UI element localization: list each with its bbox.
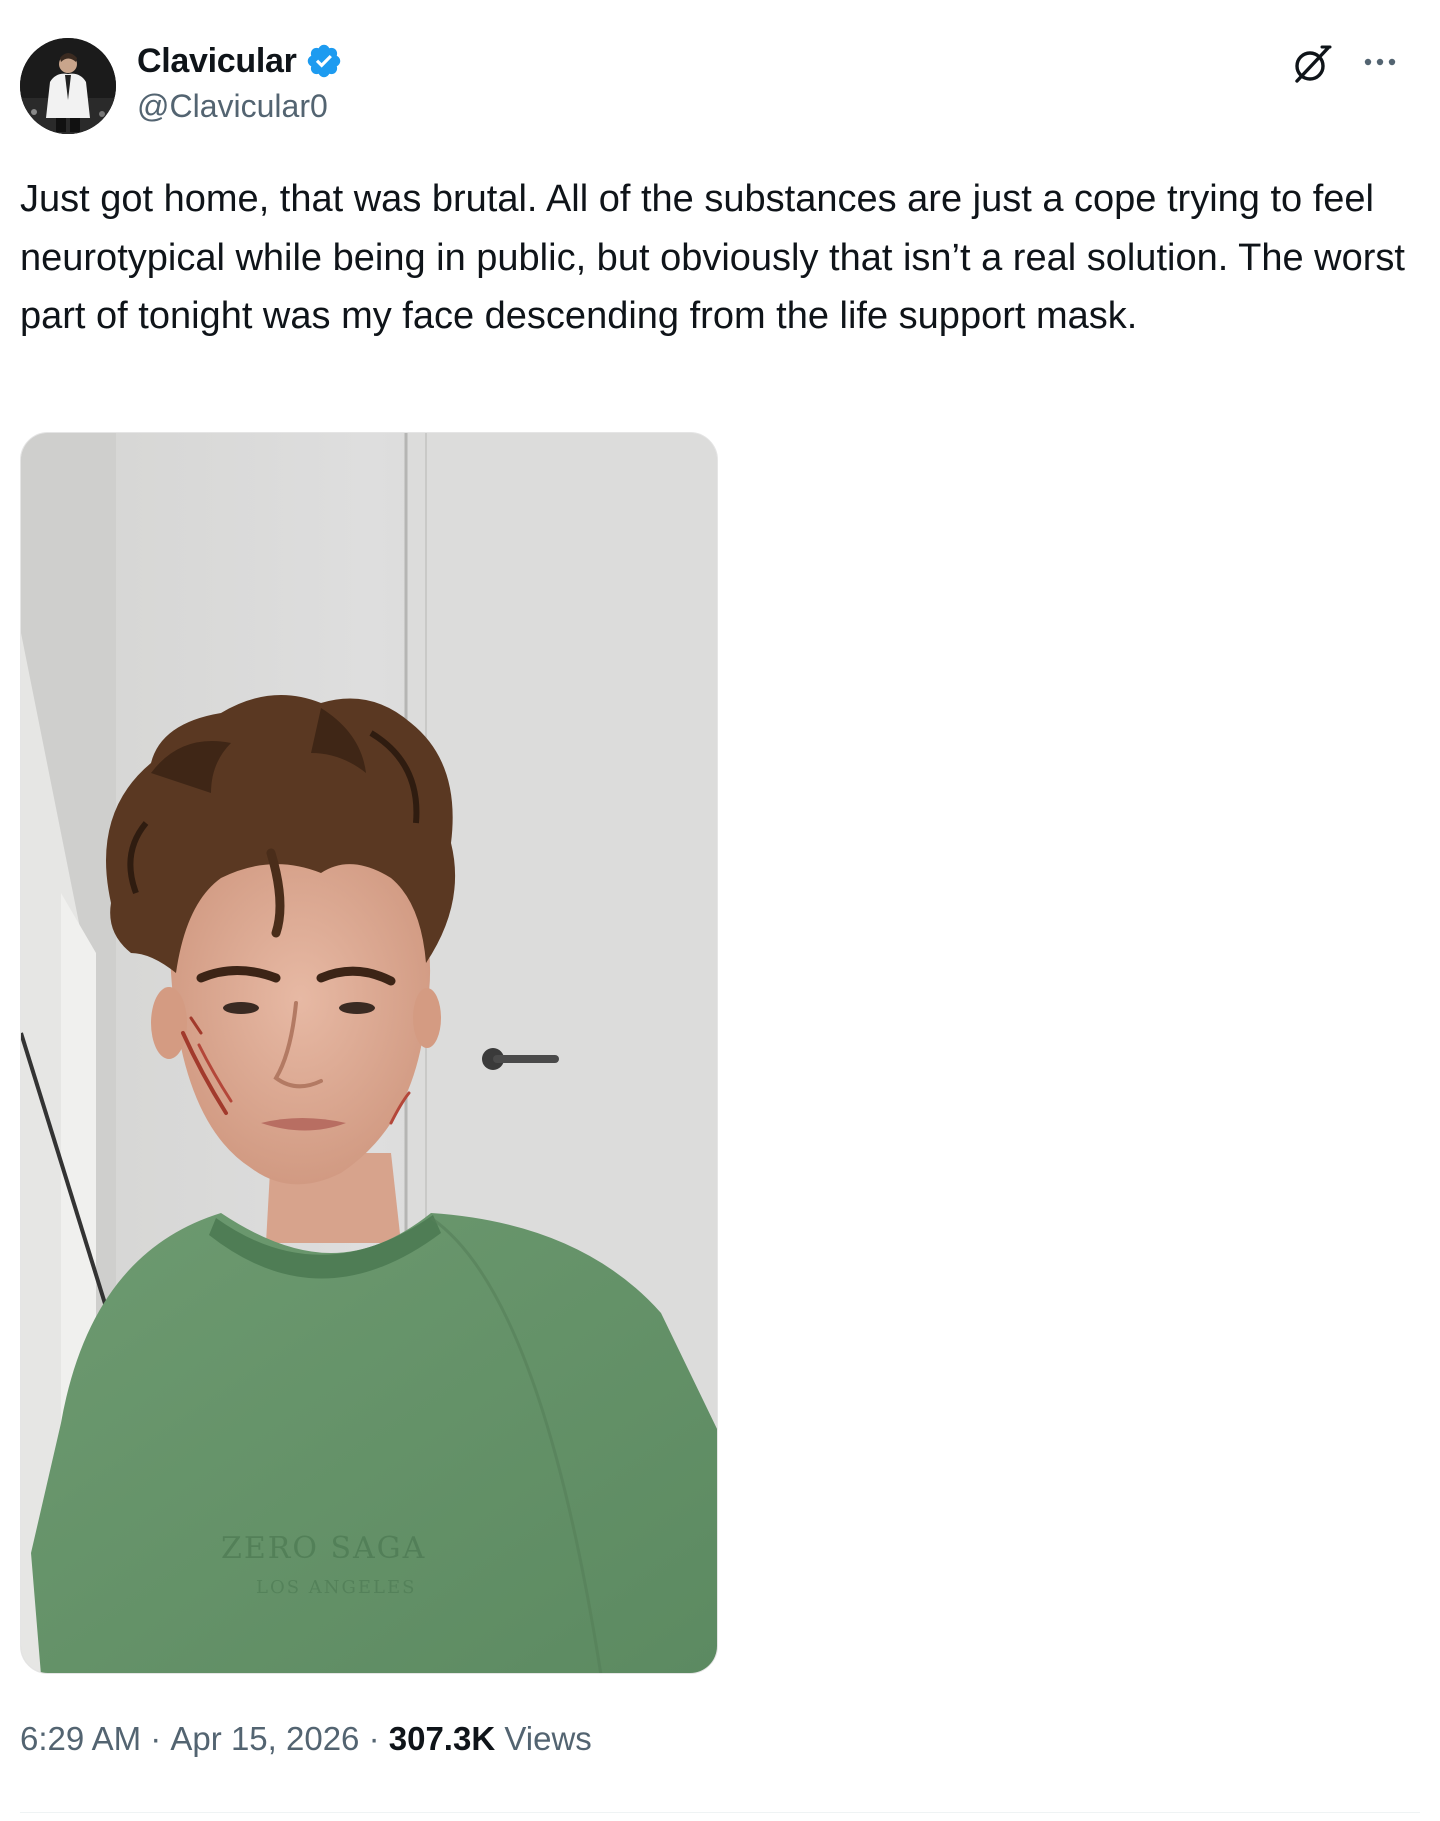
- bottom-divider: [20, 1812, 1420, 1813]
- display-name-row: Clavicular: [137, 38, 343, 84]
- svg-text:LOS ANGELES: LOS ANGELES: [256, 1577, 416, 1598]
- tweet-photo[interactable]: ZERO SAGA LOS ANGELES: [20, 432, 718, 1674]
- tweet-timestamp-link[interactable]: 6:29 AM · Apr 15, 2026: [20, 1720, 359, 1757]
- author-display-name[interactable]: Clavicular: [137, 42, 297, 81]
- views-label: Views: [504, 1720, 592, 1757]
- views-count: 307.3K: [388, 1720, 496, 1757]
- verified-badge-icon: [305, 42, 343, 80]
- tweet: Clavicular @Clavicular0 Just got home, t…: [0, 0, 1440, 1821]
- tweet-text: Just got home, that was brutal. All of t…: [20, 178, 1405, 337]
- grok-icon[interactable]: [1288, 40, 1336, 88]
- svg-text:ZERO SAGA: ZERO SAGA: [221, 1531, 426, 1566]
- meta-separator: ·: [150, 1720, 162, 1757]
- meta-separator: ·: [368, 1720, 380, 1757]
- tweet-time: 6:29 AM: [20, 1720, 142, 1757]
- tweet-date: Apr 15, 2026: [170, 1720, 360, 1757]
- author-avatar[interactable]: [20, 38, 116, 134]
- author-handle[interactable]: @Clavicular0: [137, 88, 328, 125]
- tweet-meta: 6:29 AM · Apr 15, 2026 · 307.3K Views: [20, 1720, 592, 1758]
- more-options-icon[interactable]: [1356, 46, 1404, 78]
